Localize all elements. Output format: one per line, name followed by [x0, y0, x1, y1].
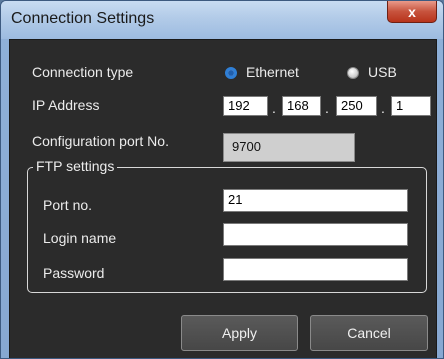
usb-label[interactable]: USB — [368, 64, 397, 80]
dialog-body: Connection type Ethernet USB IP Address … — [9, 39, 437, 358]
ip-octet-1-input[interactable]: 192 — [223, 96, 268, 116]
ip-separator: . — [272, 100, 276, 116]
ftp-settings-group: FTP settings Port no. 21 Login name Pass… — [27, 158, 427, 293]
ip-separator: . — [325, 100, 329, 116]
ip-octet-4-input[interactable]: 1 — [391, 96, 431, 116]
ip-address-label: IP Address — [32, 97, 100, 113]
login-name-input[interactable] — [223, 223, 408, 246]
close-button[interactable]: x — [387, 1, 437, 23]
cancel-button[interactable]: Cancel — [310, 315, 428, 351]
ip-octet-3-input[interactable]: 250 — [336, 96, 377, 116]
connection-settings-dialog: Connection Settings x Connection type Et… — [0, 0, 444, 359]
title-bar[interactable]: Connection Settings x — [1, 1, 443, 39]
ethernet-label[interactable]: Ethernet — [246, 64, 299, 80]
ftp-settings-title: FTP settings — [33, 158, 118, 174]
usb-radio[interactable] — [347, 67, 359, 79]
ip-octet-2-input[interactable]: 168 — [282, 96, 321, 116]
connection-type-label: Connection type — [32, 64, 134, 80]
ethernet-radio[interactable] — [225, 67, 237, 79]
config-port-label: Configuration port No. — [32, 133, 169, 149]
close-icon: x — [408, 3, 416, 20]
port-no-label: Port no. — [43, 197, 93, 213]
config-port-field: 9700 — [223, 133, 355, 162]
ftp-port-input[interactable]: 21 — [223, 189, 408, 212]
window-title: Connection Settings — [11, 10, 155, 27]
ip-separator: . — [381, 100, 385, 116]
password-label: Password — [43, 265, 105, 281]
apply-button[interactable]: Apply — [181, 315, 298, 351]
password-input[interactable] — [223, 258, 408, 281]
login-name-label: Login name — [43, 230, 117, 246]
